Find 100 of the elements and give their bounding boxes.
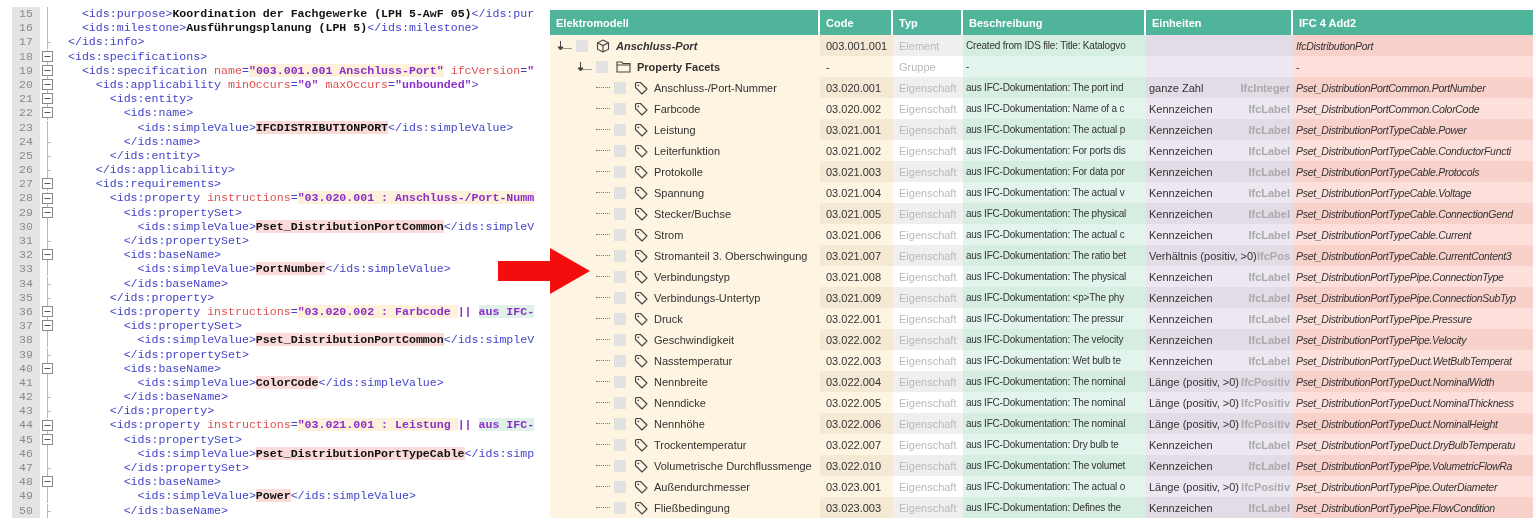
checkbox[interactable] xyxy=(614,102,626,115)
fold-end-icon xyxy=(47,347,51,362)
ifc-type-text: IfcPositiv xyxy=(1241,417,1290,430)
table-cell: aus IFC-Dokumentation: The actual c xyxy=(963,224,1146,245)
tree-item-label[interactable]: Property Facets xyxy=(637,60,721,73)
collapse-icon[interactable] xyxy=(40,63,56,78)
checkbox[interactable] xyxy=(614,123,626,136)
tree-item-label[interactable]: Anschluss-/Port-Nummer xyxy=(654,81,777,94)
code-line: </ids:propertySet> xyxy=(122,347,249,362)
tree-item-label[interactable]: Nasstemperatur xyxy=(654,354,733,367)
tree-item-label[interactable]: Stecker/Buchse xyxy=(654,207,732,220)
ifc-name-text: Pset_DistributionPortTypeCable.ConductorFuncti xyxy=(1296,144,1511,157)
checkbox[interactable] xyxy=(614,165,626,178)
table-cell: aus IFC-Dokumentation: The nominal xyxy=(963,371,1146,392)
table-cell: aus IFC-Dokumentation: The nominal xyxy=(963,392,1146,413)
checkbox[interactable] xyxy=(614,501,626,514)
tree-item-label[interactable]: Fließbedingung xyxy=(654,501,730,514)
type-text: Eigenschaft xyxy=(899,144,957,157)
collapse-icon[interactable] xyxy=(40,191,56,206)
line-number: 32 xyxy=(12,248,40,263)
tag-icon xyxy=(634,80,648,95)
tree-item-label[interactable]: Spannung xyxy=(654,186,705,199)
checkbox[interactable] xyxy=(614,81,626,94)
table-cell: Created from IDS file: Title: Katalogvo xyxy=(963,35,1146,56)
code-line: <ids:simpleValue>ColorCode</ids:simpleValue> xyxy=(136,375,444,391)
checkbox[interactable] xyxy=(614,186,626,199)
checkbox[interactable] xyxy=(614,144,626,157)
tag-icon xyxy=(634,479,648,494)
checkbox[interactable] xyxy=(614,291,626,304)
table-cell: aus IFC-Dokumentation: The actual o xyxy=(963,476,1146,497)
ifc-type-text: IfcInteger xyxy=(1240,81,1290,94)
table-cell: aus IFC-Dokumentation: Dry bulb te xyxy=(963,434,1146,455)
ifc-name-text: Pset_DistributionPortTypeCable.ConnectionGend xyxy=(1296,207,1513,220)
checkbox[interactable] xyxy=(576,39,588,52)
tree-item-label[interactable]: Nenndicke xyxy=(654,396,706,409)
expanded-icon[interactable] xyxy=(576,59,594,74)
checkbox[interactable] xyxy=(614,438,626,451)
line-number: 15 xyxy=(12,7,40,22)
tree-item-label[interactable]: Volumetrische Durchflussmenge xyxy=(654,459,812,472)
tree-item-label[interactable]: Außendurchmesser xyxy=(654,480,750,493)
collapse-icon[interactable] xyxy=(40,248,56,263)
line-number: 49 xyxy=(12,489,40,504)
checkbox[interactable] xyxy=(614,417,626,430)
checkbox[interactable] xyxy=(614,459,626,472)
type-text: Gruppe xyxy=(899,60,936,73)
tree-item-label[interactable]: Nennhöhe xyxy=(654,417,705,430)
expanded-icon[interactable] xyxy=(556,38,574,53)
checkbox[interactable] xyxy=(614,333,626,346)
checkbox[interactable] xyxy=(614,354,626,367)
collapse-icon[interactable] xyxy=(40,305,56,320)
collapse-icon[interactable] xyxy=(40,78,56,93)
checkbox[interactable] xyxy=(614,480,626,493)
tree-item-label[interactable]: Farbcode xyxy=(654,102,701,115)
unit-text: Kennzeichen xyxy=(1149,102,1213,115)
tree-item-label[interactable]: Leiterfunktion xyxy=(654,144,721,157)
checkbox[interactable] xyxy=(614,375,626,388)
unit-text: ganze Zahl xyxy=(1149,81,1204,94)
ifc-type-text: IfcPositiv xyxy=(1241,480,1290,493)
collapse-icon[interactable] xyxy=(40,205,56,220)
tree-item-label[interactable]: Druck xyxy=(654,312,683,325)
checkbox[interactable] xyxy=(596,60,608,73)
checkbox[interactable] xyxy=(614,207,626,220)
fold-line-icon xyxy=(47,446,48,461)
collapse-icon[interactable] xyxy=(40,432,56,447)
tree-item-label[interactable]: Geschwindigkeit xyxy=(654,333,735,346)
checkbox[interactable] xyxy=(614,228,626,241)
tree-item-label[interactable]: Verbindungs-Untertyp xyxy=(654,291,761,304)
collapse-icon[interactable] xyxy=(40,49,56,64)
collapse-icon[interactable] xyxy=(40,319,56,334)
table-cell: 03.022.001 xyxy=(820,308,893,329)
line-number: 33 xyxy=(12,262,40,277)
checkbox[interactable] xyxy=(614,396,626,409)
fold-line-icon xyxy=(47,219,48,234)
tree-item-label[interactable]: Stromanteil 3. Oberschwingung xyxy=(654,249,808,262)
collapse-icon[interactable] xyxy=(40,361,56,376)
table-cell: 03.023.003 xyxy=(820,497,893,518)
checkbox[interactable] xyxy=(614,249,626,262)
table-cell: 03.021.004 xyxy=(820,182,893,203)
table-cell: 03.022.010 xyxy=(820,455,893,476)
tree-item-label[interactable]: Protokolle xyxy=(654,165,703,178)
collapse-icon[interactable] xyxy=(40,418,56,433)
table-cell: 03.022.003 xyxy=(820,350,893,371)
collapse-icon[interactable] xyxy=(40,177,56,192)
code-line: <ids:simpleValue>Pset_DistributionPortCommon</ids:simpleV xyxy=(136,333,535,348)
tree-item-label[interactable]: Strom xyxy=(654,228,684,241)
line-number: 28 xyxy=(12,191,40,206)
checkbox[interactable] xyxy=(614,312,626,325)
collapse-icon[interactable] xyxy=(40,92,56,107)
tree-item-label[interactable]: Nennbreite xyxy=(654,375,708,388)
tree-item-label[interactable]: Leistung xyxy=(654,123,696,136)
collapse-icon[interactable] xyxy=(40,106,56,121)
collapse-icon[interactable] xyxy=(40,475,56,490)
tree-item-label[interactable]: Anschluss-Port xyxy=(616,39,698,52)
tree-item-label[interactable]: Verbindungstyp xyxy=(654,270,730,283)
ifc-name-text: Pset_DistributionPortTypePipe.ConnectionType xyxy=(1296,270,1504,283)
tree-item-label[interactable]: Trockentemperatur xyxy=(654,438,747,451)
unit-text: Kennzeichen xyxy=(1149,165,1213,178)
checkbox[interactable] xyxy=(614,270,626,283)
ifc-name-text: IfcDistributionPort xyxy=(1296,39,1374,52)
line-number: 48 xyxy=(12,475,40,490)
